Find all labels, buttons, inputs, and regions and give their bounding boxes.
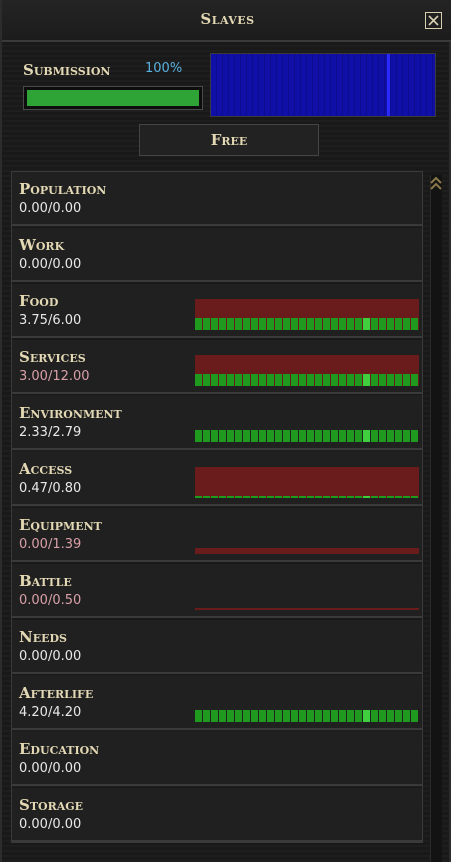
graph-column — [397, 54, 402, 116]
need-row-battle[interactable]: Battle 0.00/0.50 — [12, 564, 422, 618]
graph-column — [307, 54, 312, 116]
graph-column — [325, 54, 330, 116]
slaves-panel: Slaves Submission 100% Free Population 0.… — [0, 0, 451, 862]
graph-column — [433, 54, 435, 116]
graph-column — [391, 54, 396, 116]
graph-column — [247, 54, 252, 116]
need-shortage-bar — [195, 548, 419, 554]
need-shortage-bar — [195, 467, 419, 498]
need-row-services[interactable]: Services 3.00/12.00 — [12, 340, 422, 394]
need-label: Afterlife — [19, 684, 94, 702]
need-row-food[interactable]: Food 3.75/6.00 — [12, 284, 422, 338]
need-value: 0.00/0.00 — [19, 761, 82, 776]
submission-percent: 100% — [145, 61, 183, 76]
need-value: 0.00/0.00 — [19, 649, 82, 664]
graph-column — [235, 54, 240, 116]
need-value: 2.33/2.79 — [19, 425, 82, 440]
graph-column — [379, 54, 384, 116]
need-label: Environment — [19, 404, 122, 422]
need-supply-bar — [195, 430, 419, 442]
need-label: Services — [19, 348, 86, 366]
graph-column — [283, 54, 288, 116]
need-value: 0.00/0.00 — [19, 817, 82, 832]
need-supply-bar — [195, 374, 419, 386]
need-value: 0.00/0.00 — [19, 257, 82, 272]
graph-column — [217, 54, 222, 116]
close-icon[interactable] — [425, 12, 442, 29]
graph-column — [241, 54, 246, 116]
need-label: Education — [19, 740, 100, 758]
need-row-environment[interactable]: Environment 2.33/2.79 — [12, 396, 422, 450]
need-value: 0.47/0.80 — [19, 481, 82, 496]
submission-label: Submission — [23, 61, 111, 79]
need-value: 0.00/0.50 — [19, 593, 82, 608]
graph-column — [367, 54, 372, 116]
graph-column — [265, 54, 270, 116]
need-row-equipment[interactable]: Equipment 0.00/1.39 — [12, 508, 422, 562]
graph-column — [409, 54, 414, 116]
submission-bar-fill — [27, 90, 199, 106]
need-row-education[interactable]: Education 0.00/0.00 — [12, 732, 422, 786]
graph-column — [403, 54, 408, 116]
need-supply-bar — [195, 710, 419, 722]
graph-column — [415, 54, 420, 116]
need-supply-bar — [195, 318, 419, 330]
need-row-storage[interactable]: Storage 0.00/0.00 — [12, 788, 422, 842]
need-label: Access — [19, 460, 73, 478]
need-row-work[interactable]: Work 0.00/0.00 — [12, 228, 422, 282]
need-value: 3.75/6.00 — [19, 313, 82, 328]
graph-column — [229, 54, 234, 116]
graph-column — [355, 54, 360, 116]
free-button[interactable]: Free — [139, 124, 319, 156]
graph-column — [337, 54, 342, 116]
title-bar[interactable]: Slaves — [2, 0, 451, 42]
graph-marker — [387, 54, 390, 116]
graph-column — [349, 54, 354, 116]
scroll-up-icon[interactable] — [428, 174, 444, 196]
graph-column — [313, 54, 318, 116]
need-label: Population — [19, 180, 107, 198]
need-row-afterlife[interactable]: Afterlife 4.20/4.20 — [12, 676, 422, 730]
graph-column — [301, 54, 306, 116]
graph-column — [259, 54, 264, 116]
need-value: 0.00/0.00 — [19, 201, 82, 216]
graph-column — [271, 54, 276, 116]
graph-column — [223, 54, 228, 116]
graph-column — [343, 54, 348, 116]
graph-column — [277, 54, 282, 116]
need-label: Needs — [19, 628, 67, 646]
graph-column — [319, 54, 324, 116]
graph-column — [253, 54, 258, 116]
need-label: Storage — [19, 796, 84, 814]
need-shortage-bar — [195, 608, 419, 610]
window-title: Slaves — [200, 10, 255, 28]
need-label: Food — [19, 292, 59, 310]
graph-column — [373, 54, 378, 116]
submission-bar — [23, 86, 203, 110]
graph-column — [295, 54, 300, 116]
graph-column — [421, 54, 426, 116]
need-label: Equipment — [19, 516, 102, 534]
graph-column — [211, 54, 216, 116]
graph-column — [361, 54, 366, 116]
scrollbar[interactable] — [430, 175, 442, 862]
need-value: 4.20/4.20 — [19, 705, 82, 720]
need-row-access[interactable]: Access 0.47/0.80 — [12, 452, 422, 506]
graph-column — [427, 54, 432, 116]
need-label: Battle — [19, 572, 72, 590]
needs-list: Population 0.00/0.00 Work 0.00/0.00 Food 3.75… — [11, 171, 423, 843]
graph-column — [331, 54, 336, 116]
need-row-population[interactable]: Population 0.00/0.00 — [12, 172, 422, 226]
graph-column — [289, 54, 294, 116]
submission-history-graph — [210, 53, 436, 117]
need-value: 0.00/1.39 — [19, 537, 82, 552]
need-label: Work — [19, 236, 65, 254]
need-value: 3.00/12.00 — [19, 369, 90, 384]
need-row-needs[interactable]: Needs 0.00/0.00 — [12, 620, 422, 674]
need-supply-bar — [195, 496, 419, 498]
